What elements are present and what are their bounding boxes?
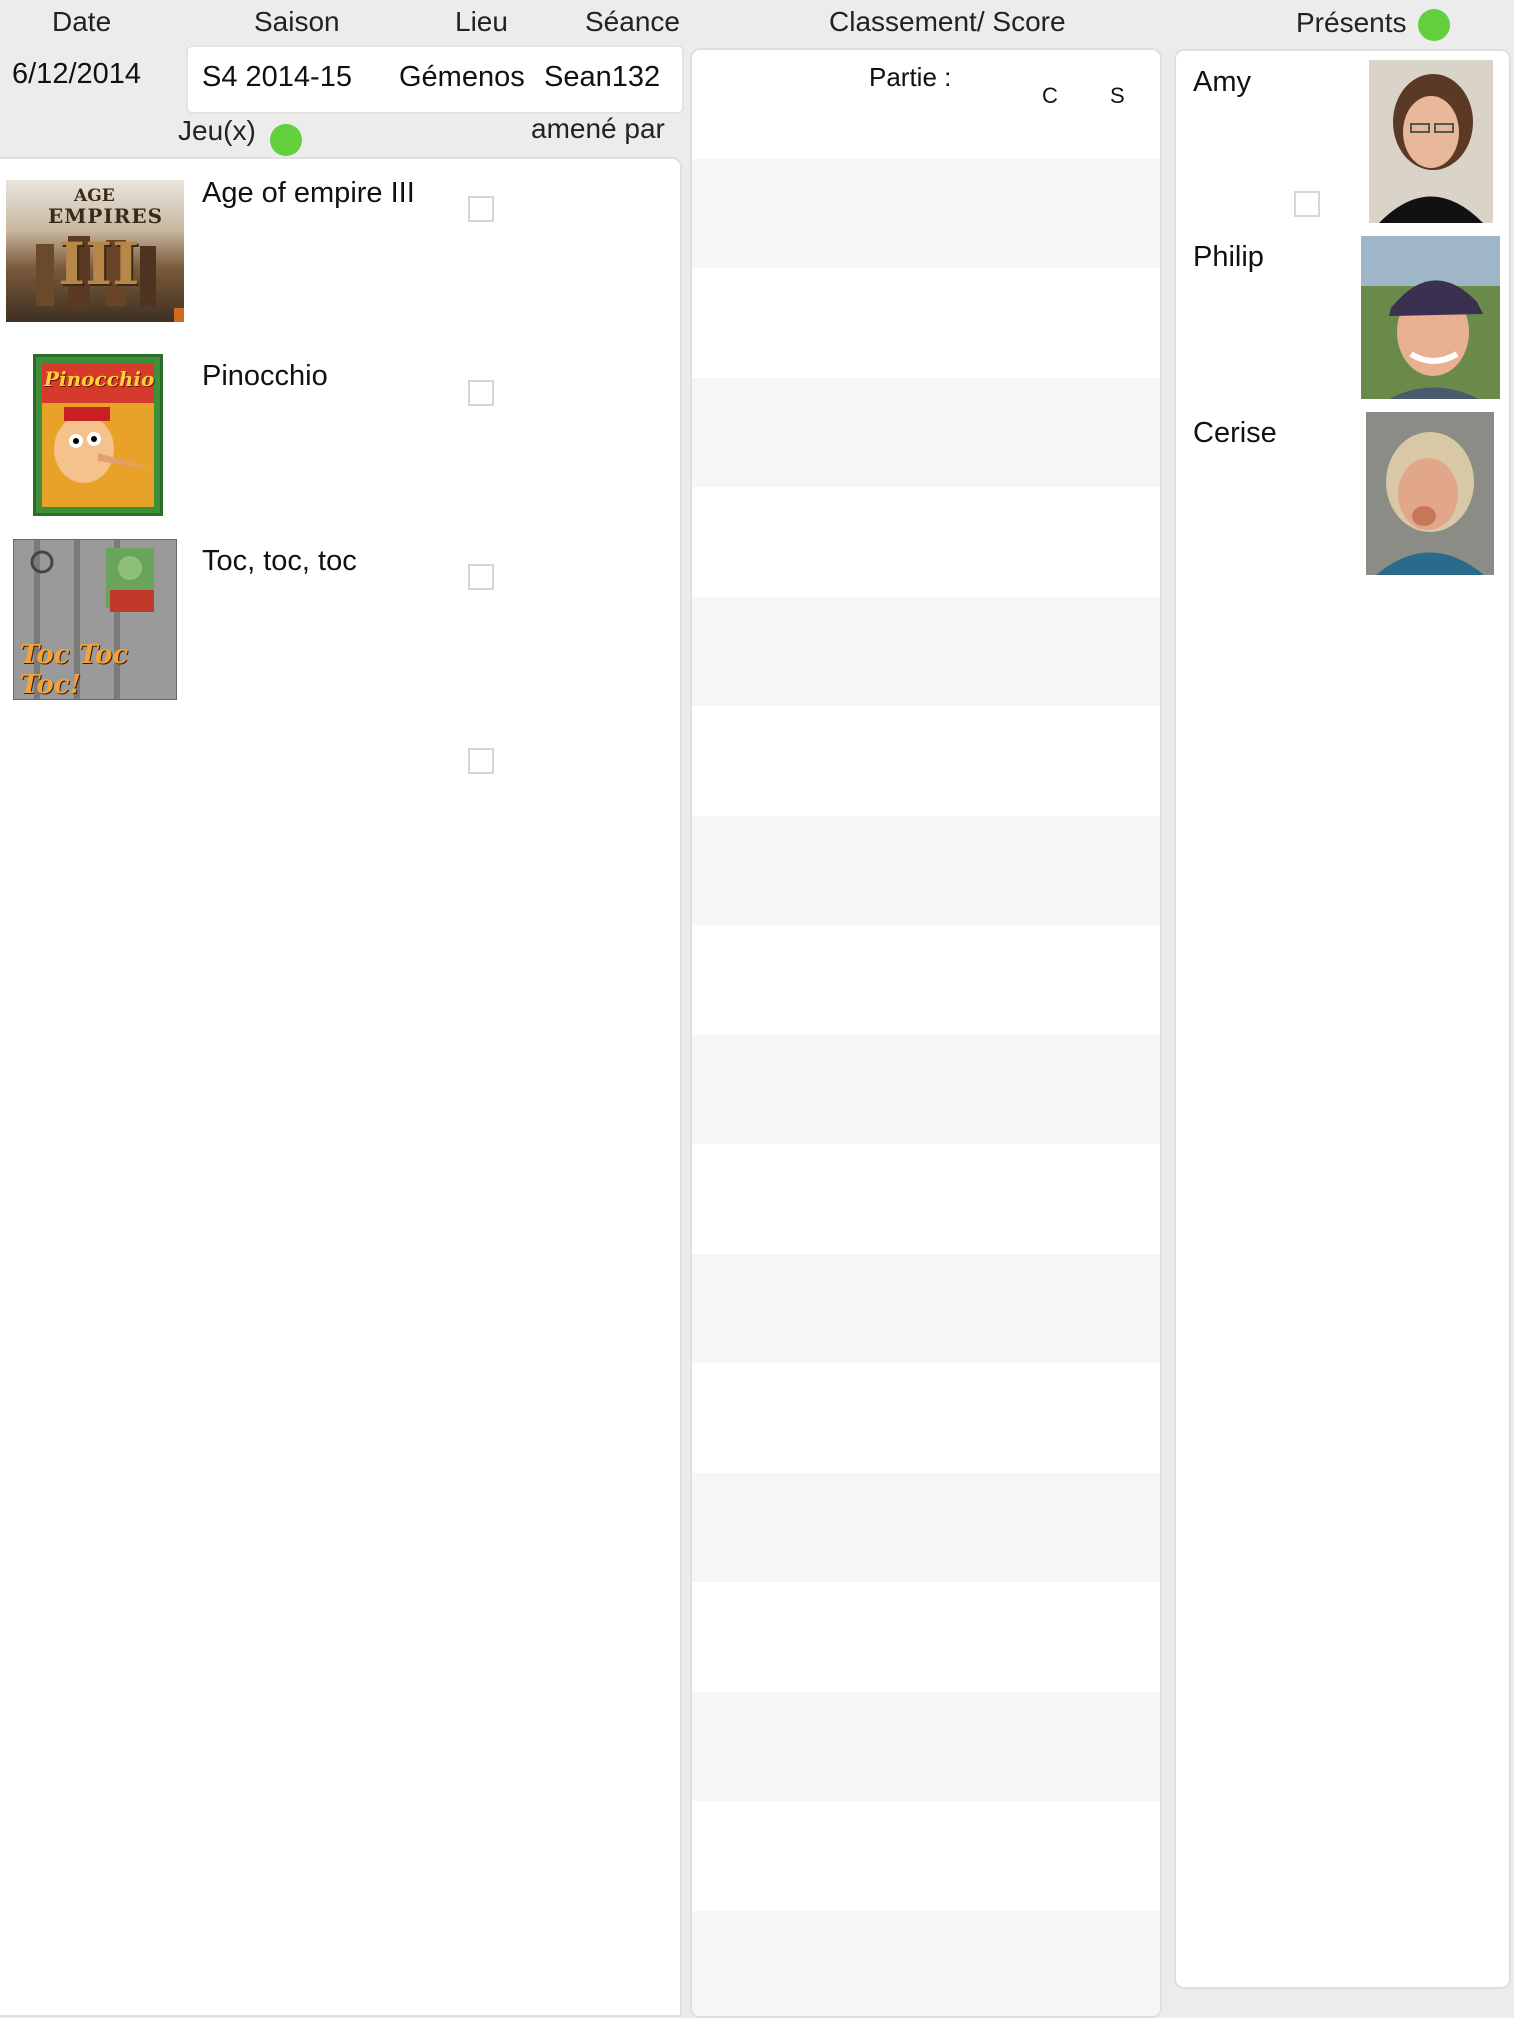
date-header: Date: [52, 6, 112, 37]
lieu-value: Gémenos: [399, 61, 525, 93]
cover-title-empires: EMPIRES: [48, 204, 164, 228]
score-row[interactable]: [692, 1254, 1160, 1363]
score-row[interactable]: [692, 1911, 1160, 2016]
score-panel: Partie : C S: [690, 48, 1162, 2018]
presents-header: Présents: [1296, 7, 1407, 38]
game-title: Pinocchio: [202, 360, 328, 392]
game-title: Toc, toc, toc: [202, 545, 357, 577]
session-date: 6/12/2014: [12, 58, 142, 90]
amy-photo[interactable]: [1369, 60, 1493, 223]
players-panel: Amy Philip Cerise: [1174, 49, 1511, 1989]
cover-title-toc: Toc Toc Toc!: [20, 640, 129, 700]
philip-photo[interactable]: [1361, 236, 1500, 399]
player-name: Cerise: [1193, 417, 1277, 449]
score-col-s: S: [1110, 83, 1125, 108]
cerise-photo[interactable]: [1366, 412, 1494, 575]
cover-title-iii: III: [58, 230, 140, 298]
saison-value: S4 2014-15: [202, 61, 352, 93]
pinocchio-cover[interactable]: Pinocchio: [33, 354, 163, 516]
game-checkbox[interactable]: [468, 564, 494, 590]
presence-checkbox-amy[interactable]: [1294, 191, 1320, 217]
games-panel: AGE EMPIRES III Age of empire III Pinocc…: [0, 157, 682, 2017]
amy-photo-art: [1369, 60, 1493, 223]
player-name: Philip: [1193, 241, 1264, 273]
score-col-c: C: [1042, 83, 1058, 108]
lieu-header: Lieu: [455, 6, 508, 37]
score-row[interactable]: [692, 1692, 1160, 1801]
player-name: Amy: [1193, 66, 1251, 98]
score-row[interactable]: [692, 597, 1160, 706]
saison-header: Saison: [254, 6, 340, 37]
new-game-checkbox[interactable]: [468, 748, 494, 774]
game-checkbox[interactable]: [468, 380, 494, 406]
jeux-header: Jeu(x): [178, 115, 256, 146]
score-row[interactable]: [692, 1035, 1160, 1144]
seance-value: Sean132: [544, 61, 661, 93]
cover-title-pinocchio: Pinocchio: [44, 367, 155, 391]
score-row[interactable]: [692, 816, 1160, 925]
presents-status-dot[interactable]: [1418, 9, 1450, 41]
game-title: Age of empire III: [202, 177, 415, 209]
cerise-photo-art: [1366, 412, 1494, 575]
amene-par-header: amené par: [531, 113, 665, 144]
score-row[interactable]: [692, 1473, 1160, 1582]
jeux-status-dot[interactable]: [270, 124, 302, 156]
partie-label: Partie :: [869, 62, 952, 92]
game-checkbox[interactable]: [468, 196, 494, 222]
score-row[interactable]: [692, 378, 1160, 487]
philip-photo-art: [1361, 236, 1500, 399]
seance-header: Séance: [585, 6, 680, 37]
score-row[interactable]: [692, 159, 1160, 268]
classement-header: Classement/ Score: [829, 6, 1066, 37]
session-info-box: S4 2014-15 Gémenos Sean132: [186, 45, 684, 114]
age-of-empires-cover[interactable]: AGE EMPIRES III: [6, 180, 184, 322]
cover-title-age: AGE: [74, 186, 115, 206]
toc-toc-toc-cover[interactable]: Toc Toc Toc!: [13, 539, 177, 700]
